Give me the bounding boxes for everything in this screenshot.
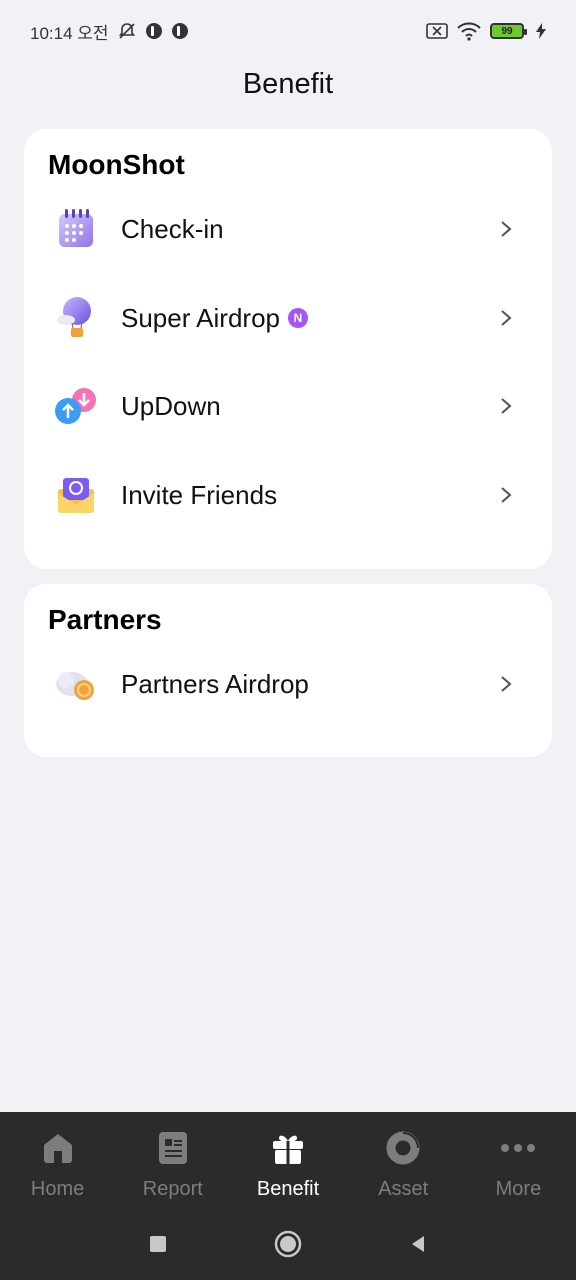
bottom-navigation: Home Report Benefit Asset More	[0, 1112, 576, 1280]
moonshot-card: MoonShot Check-in Super Airdrop N UpDown…	[24, 129, 552, 569]
tab-asset[interactable]: Asset	[346, 1128, 461, 1208]
donut-chart-icon	[383, 1128, 423, 1168]
home-icon	[38, 1128, 78, 1168]
invite-friends-item[interactable]: Invite Friends	[24, 460, 552, 530]
tab-label: Home	[30, 1178, 85, 1200]
super-airdrop-item[interactable]: Super Airdrop N	[24, 283, 552, 353]
app-badge-icon	[145, 22, 163, 40]
recent-apps-button[interactable]	[144, 1230, 172, 1258]
gift-icon	[268, 1128, 308, 1168]
battery-icon: 99	[490, 23, 527, 39]
row-label: Check-in	[121, 214, 224, 245]
invite-friends-label: Invite Friends	[121, 479, 278, 510]
section-heading: MoonShot	[48, 149, 185, 180]
chevron-right-icon	[498, 674, 514, 694]
report-icon	[153, 1128, 193, 1168]
status-time: 10:14 오전	[30, 23, 109, 43]
cloud-coin-icon	[52, 660, 100, 708]
updown-item[interactable]: UpDown	[24, 371, 552, 441]
super-airdrop-label: Super Airdrop	[121, 302, 280, 333]
app-badge-icon	[171, 22, 189, 40]
tab-label: Report	[142, 1178, 203, 1200]
check-in-item[interactable]: Check-in	[24, 194, 552, 264]
calendar-icon	[52, 205, 100, 253]
chevron-right-icon	[498, 219, 514, 239]
updown-label: UpDown	[121, 390, 221, 421]
status-bar-right: 99	[426, 21, 546, 41]
status-bar: 10:14 오전 99	[0, 0, 576, 62]
tab-label: Benefit	[256, 1178, 320, 1200]
new-badge: N	[287, 308, 308, 328]
home-system-button[interactable]	[274, 1230, 302, 1258]
tab-label: More	[495, 1178, 542, 1200]
row-label: Partners Airdrop	[121, 669, 309, 700]
updown-arrows-icon	[52, 382, 100, 430]
tab-home[interactable]: Home	[0, 1128, 115, 1208]
sim-off-icon	[426, 23, 448, 39]
partners-airdrop-label: Partners Airdrop	[121, 668, 309, 699]
notifications-off-icon	[117, 21, 137, 41]
chevron-right-icon	[498, 308, 514, 328]
hot-air-balloon-icon	[52, 294, 100, 342]
section-heading: Partners	[48, 604, 162, 635]
chevron-right-icon	[498, 485, 514, 505]
tab-report[interactable]: Report	[115, 1128, 230, 1208]
more-dots-icon	[498, 1128, 538, 1168]
partners-airdrop-item[interactable]: Partners Airdrop	[24, 649, 552, 719]
partners-card: Partners Partners Airdrop	[24, 584, 552, 757]
tab-bar: Home Report Benefit Asset More	[0, 1128, 576, 1208]
battery-level: 99	[501, 25, 513, 37]
page-title: Benefit	[242, 68, 334, 100]
wifi-icon	[456, 21, 482, 41]
row-label: Invite Friends	[121, 480, 277, 511]
check-in-label: Check-in	[121, 213, 224, 244]
status-bar-left: 10:14 오전	[30, 19, 189, 44]
chevron-right-icon	[498, 396, 514, 416]
row-label: UpDown	[121, 391, 221, 422]
charging-icon	[536, 23, 546, 39]
tab-label: Asset	[378, 1178, 429, 1200]
tab-more[interactable]: More	[461, 1128, 576, 1208]
envelope-icon	[52, 471, 100, 519]
back-button[interactable]	[404, 1230, 432, 1258]
row-label: Super Airdrop N	[121, 303, 308, 334]
tab-benefit[interactable]: Benefit	[230, 1128, 345, 1208]
